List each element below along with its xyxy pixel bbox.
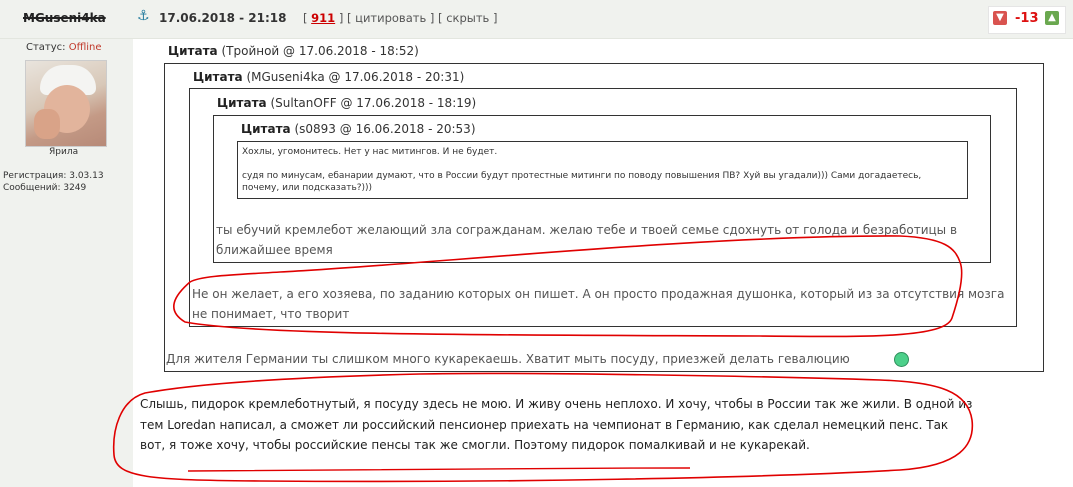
links-separator: ] [: [426, 11, 447, 25]
quote-4-line-1: Хохлы, угомонитесь. Нет у нас митингов. …: [242, 147, 498, 157]
links-separator: ] [: [335, 11, 356, 25]
smiley-icon: [894, 352, 909, 367]
registration-date: Регистрация: 3.03.13: [3, 171, 104, 181]
quote-link[interactable]: цитировать: [355, 11, 426, 25]
hide-link[interactable]: скрыть: [446, 11, 489, 25]
links-bracket: [: [303, 11, 312, 25]
quote-label: Цитата: [217, 96, 267, 110]
avatar[interactable]: [25, 60, 107, 147]
quote-meta: (MGuseni4ka @ 17.06.2018 - 20:31): [242, 70, 465, 84]
quote-header-1: Цитата (Тройной @ 17.06.2018 - 18:52): [168, 44, 419, 58]
thumb-up-icon[interactable]: ▲: [1045, 11, 1059, 25]
post-number-link[interactable]: 911: [311, 11, 335, 25]
rating-score: -13: [1015, 11, 1039, 26]
quote-meta: (Тройной @ 17.06.2018 - 18:52): [217, 44, 419, 58]
links-bracket: ]: [489, 11, 498, 25]
quote-header-4: Цитата (s0893 @ 16.06.2018 - 20:53): [241, 122, 476, 136]
quote-4-line-2: судя по минусам, ебанарии думают, что в …: [242, 171, 922, 193]
user-rank: Ярила: [49, 147, 79, 157]
reply-text: Слышь, пидорок кремлеботнутый, я посуду …: [140, 397, 973, 452]
post-links: [ 911 ] [ цитировать ] [ скрыть ]: [303, 11, 497, 25]
avatar-hand: [34, 109, 60, 139]
status-label: Статус:: [26, 42, 69, 53]
thumb-down-icon[interactable]: ▼: [993, 11, 1007, 25]
quote-label: Цитата: [193, 70, 243, 84]
post-date: 17.06.2018 - 21:18: [159, 11, 287, 25]
quote-3-text: ты ебучий кремлебот желающий зла согражд…: [216, 223, 958, 257]
user-stats: Регистрация: 3.03.13 Сообщений: 3249: [3, 170, 104, 194]
quote-label: Цитата: [241, 122, 291, 136]
quote-label: Цитата: [168, 44, 218, 58]
status-value: Offline: [68, 42, 102, 53]
author-username[interactable]: MGuseni4ka: [23, 11, 106, 25]
quote-meta: (s0893 @ 16.06.2018 - 20:53): [290, 122, 476, 136]
header-divider: [0, 38, 1073, 39]
quote-header-3: Цитата (SultanOFF @ 17.06.2018 - 18:19): [217, 96, 476, 110]
status-row: Статус: Offline: [26, 42, 102, 53]
annotation-underline: [187, 467, 691, 472]
quote-2-text: Не он желает, а его хозяева, по заданию …: [192, 287, 1005, 321]
quote-meta: (SultanOFF @ 17.06.2018 - 18:19): [266, 96, 477, 110]
anchor-icon[interactable]: ⚓: [137, 8, 150, 24]
quote-header-2: Цитата (MGuseni4ka @ 17.06.2018 - 20:31): [193, 70, 464, 84]
message-count: Сообщений: 3249: [3, 183, 87, 193]
